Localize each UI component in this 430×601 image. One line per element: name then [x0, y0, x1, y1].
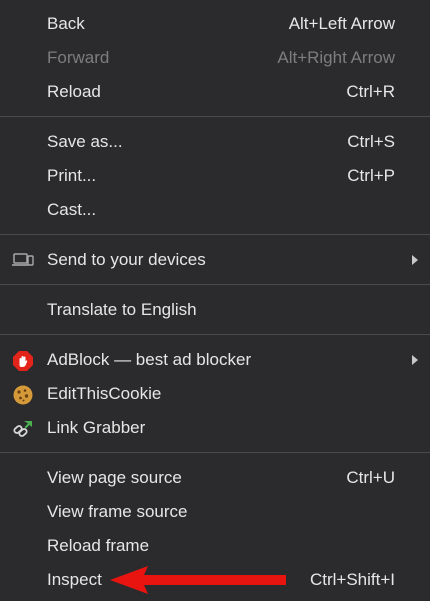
- red-arrow-annotation: [110, 566, 286, 594]
- menu-item-send-to-devices[interactable]: Send to your devices: [0, 243, 430, 277]
- menu-item-label: Inspect: [47, 570, 102, 589]
- menu-item-reload[interactable]: Reload Ctrl+R: [0, 75, 430, 109]
- menu-item-label: Cast...: [47, 200, 97, 219]
- chevron-right-icon: [412, 355, 418, 365]
- menu-item-label: EditThisCookie: [47, 384, 162, 403]
- menu-item-shortcut: Ctrl+P: [347, 166, 395, 185]
- menu-separator: [0, 452, 430, 453]
- menu-item-forward: Forward Alt+Right Arrow: [0, 41, 430, 75]
- menu-item-shortcut: Alt+Right Arrow: [277, 48, 395, 67]
- menu-separator: [0, 234, 430, 235]
- menu-item-shortcut: Ctrl+Shift+I: [309, 570, 395, 589]
- context-menu: Back Alt+Left Arrow Forward Alt+Right Ar…: [0, 0, 430, 601]
- menu-separator: [0, 284, 430, 285]
- menu-item-shortcut: Ctrl+U: [346, 468, 395, 487]
- menu-item-shortcut: Ctrl+R: [346, 82, 395, 101]
- menu-item-save-as[interactable]: Save as... Ctrl+S: [0, 125, 430, 159]
- menu-item-label: Reload frame: [47, 536, 150, 555]
- menu-item-cast[interactable]: Cast...: [0, 193, 430, 227]
- menu-item-label: Back: [47, 14, 85, 33]
- menu-item-back[interactable]: Back Alt+Left Arrow: [0, 7, 430, 41]
- menu-item-label: Link Grabber: [47, 418, 146, 437]
- menu-item-label: Save as...: [47, 132, 123, 151]
- menu-item-view-frame-source[interactable]: View frame source: [0, 495, 430, 529]
- menu-item-link-grabber[interactable]: Link Grabber: [0, 411, 430, 445]
- menu-item-adblock[interactable]: AdBlock — best ad blocker: [0, 343, 430, 377]
- menu-item-label: View frame source: [47, 502, 188, 521]
- menu-item-label: Send to your devices: [47, 250, 206, 269]
- devices-icon: [12, 250, 34, 270]
- menu-item-label: View page source: [47, 468, 182, 487]
- menu-item-label: Reload: [47, 82, 101, 101]
- menu-item-view-page-source[interactable]: View page source Ctrl+U: [0, 461, 430, 495]
- menu-item-label: Translate to English: [47, 300, 197, 319]
- menu-item-editthiscookie[interactable]: EditThisCookie: [0, 377, 430, 411]
- adblock-icon: [12, 350, 34, 371]
- menu-item-reload-frame[interactable]: Reload frame: [0, 529, 430, 563]
- menu-item-print[interactable]: Print... Ctrl+P: [0, 159, 430, 193]
- menu-separator: [0, 334, 430, 335]
- menu-item-shortcut: Ctrl+S: [347, 132, 395, 151]
- menu-item-label: AdBlock — best ad blocker: [47, 350, 252, 369]
- link-grabber-icon: [12, 418, 34, 438]
- menu-item-label: Print...: [47, 166, 97, 185]
- menu-item-label: Forward: [47, 48, 110, 67]
- chevron-right-icon: [412, 255, 418, 265]
- cookie-icon: [12, 384, 34, 405]
- menu-item-translate[interactable]: Translate to English: [0, 293, 430, 327]
- menu-item-shortcut: Alt+Left Arrow: [288, 14, 395, 33]
- menu-separator: [0, 116, 430, 117]
